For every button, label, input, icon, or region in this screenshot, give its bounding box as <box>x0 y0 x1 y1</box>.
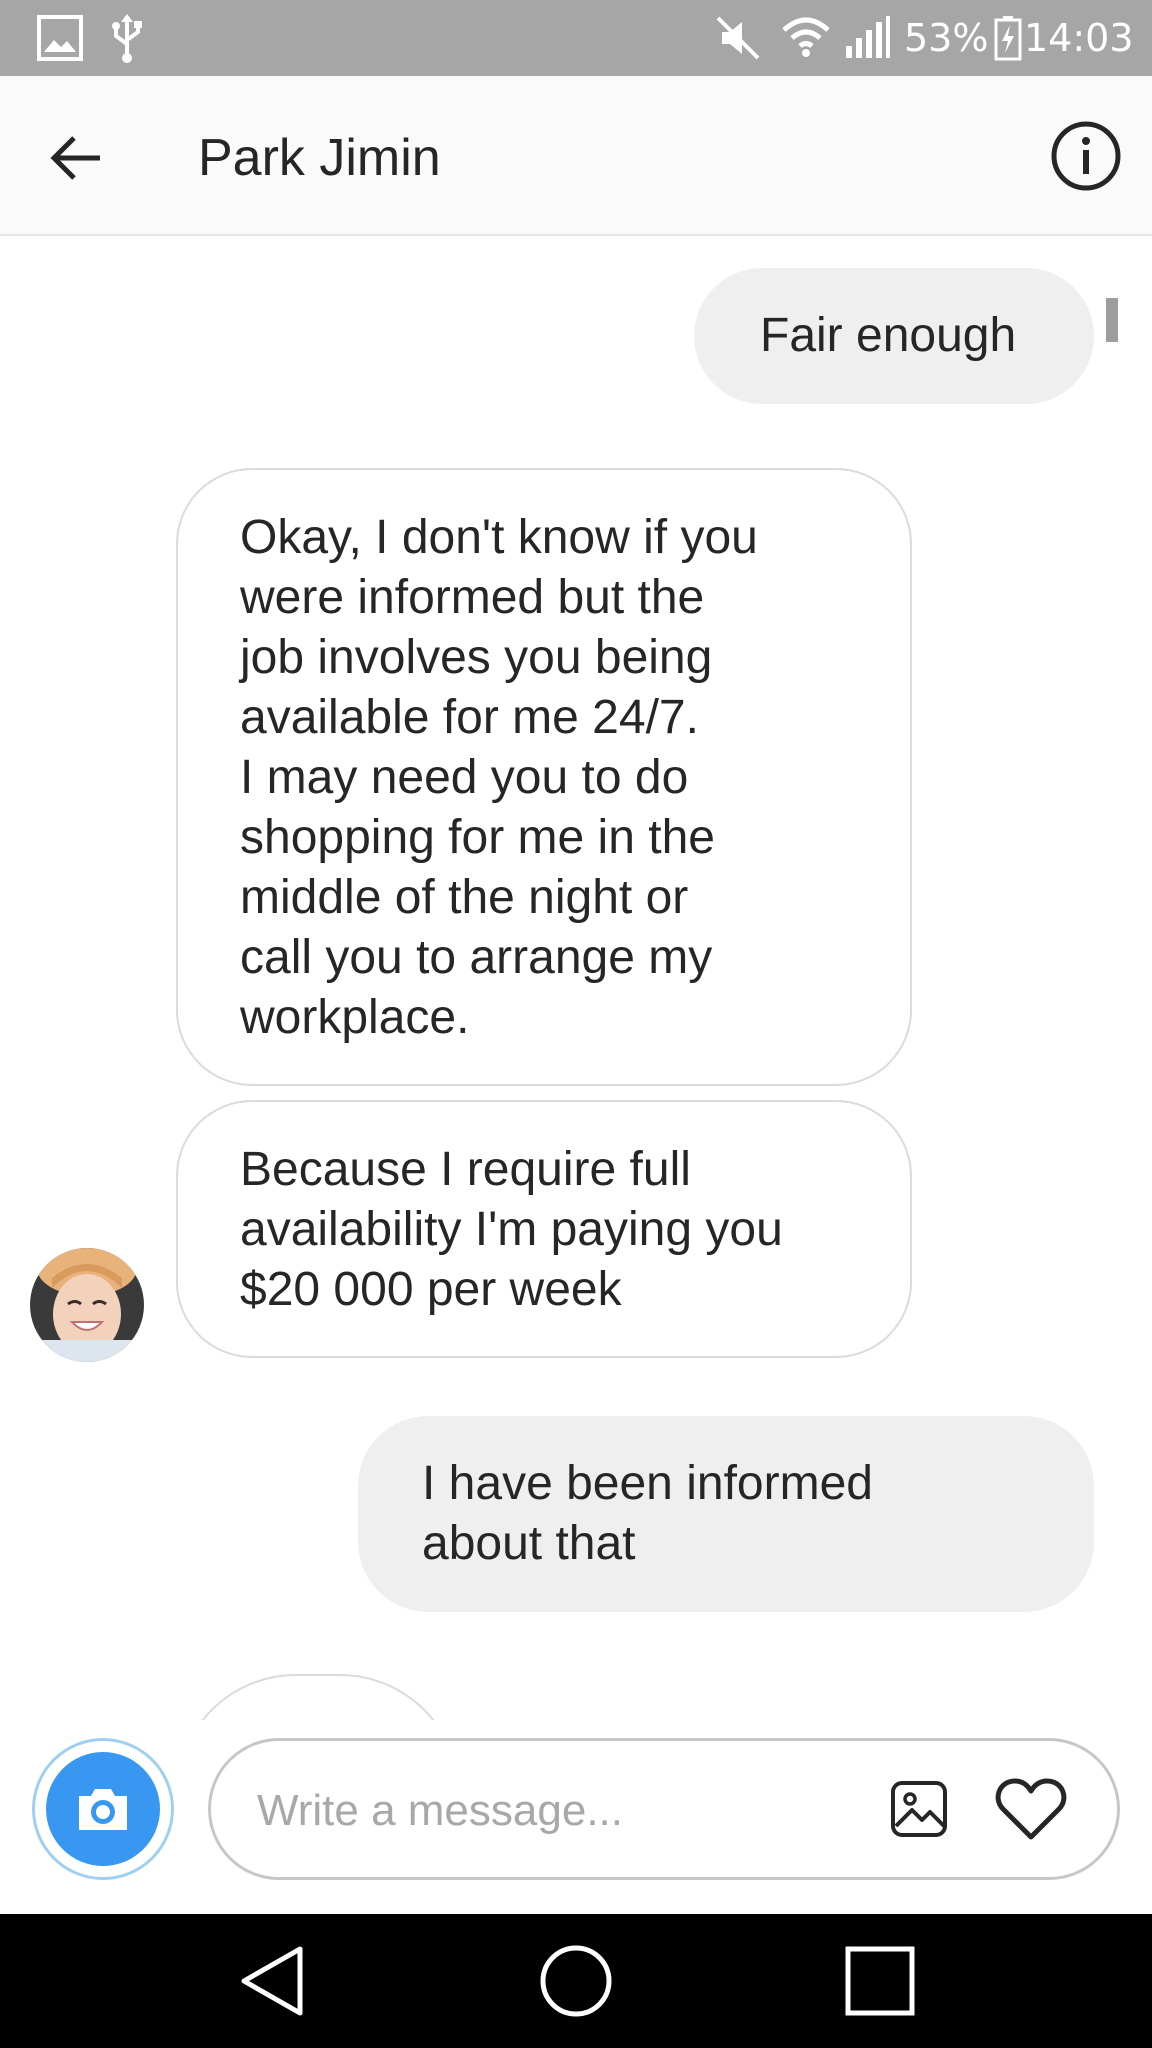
avatar[interactable] <box>30 1248 144 1362</box>
message-bubble-received-partial[interactable] <box>176 1674 460 1720</box>
message-thread[interactable]: Fair enough Okay, I don't know if you we… <box>0 238 1152 1720</box>
message-text: Fair enough <box>760 309 1017 362</box>
nav-back-button[interactable] <box>222 1938 322 2024</box>
message-bubble-sent[interactable]: Fair enough <box>694 268 1094 404</box>
message-bubble-sent[interactable]: I have been informed about that <box>358 1416 1094 1612</box>
gallery-button[interactable] <box>883 1773 955 1845</box>
back-triangle-icon <box>241 1946 303 2016</box>
scrollbar[interactable] <box>1106 298 1118 342</box>
message-bubble-received[interactable]: Because I require full availability I'm … <box>176 1100 912 1358</box>
signal-icon <box>844 0 892 76</box>
heart-icon <box>995 1778 1067 1840</box>
message-input[interactable] <box>257 1779 817 1843</box>
nav-recents-button[interactable] <box>830 1938 930 2024</box>
gallery-icon <box>891 1781 947 1837</box>
message-field[interactable] <box>208 1738 1120 1880</box>
navigation-bar <box>0 1914 1152 2048</box>
home-circle-icon <box>540 1945 612 2017</box>
chat-header: Park Jimin <box>0 76 1152 236</box>
chat-screen: 53% 14:03 Park Jimin Fair enough Okay, I… <box>0 0 1152 2048</box>
contact-name[interactable]: Park Jimin <box>198 126 441 190</box>
info-button[interactable] <box>1048 118 1124 194</box>
like-button[interactable] <box>991 1771 1071 1847</box>
mute-icon <box>714 0 762 76</box>
wifi-icon <box>780 0 832 76</box>
message-bubble-received[interactable]: Okay, I don't know if you were informed … <box>176 468 912 1086</box>
arrow-left-icon <box>50 136 100 180</box>
info-icon <box>1051 121 1121 191</box>
message-text: I have been informed about that <box>422 1457 873 1570</box>
clock: 14:03 <box>1024 16 1134 60</box>
battery-percent: 53% <box>904 16 989 60</box>
camera-icon <box>46 1752 160 1866</box>
camera-button[interactable] <box>32 1738 174 1880</box>
recents-square-icon <box>845 1946 915 2016</box>
image-icon <box>36 0 84 76</box>
usb-icon <box>110 0 144 76</box>
message-text: Okay, I don't know if you were informed … <box>240 511 758 1044</box>
nav-home-button[interactable] <box>526 1938 626 2024</box>
battery-charging-icon <box>994 0 1022 76</box>
message-text: Because I require full availability I'm … <box>240 1143 783 1316</box>
back-button[interactable] <box>40 122 112 194</box>
status-bar: 53% 14:03 <box>0 0 1152 76</box>
